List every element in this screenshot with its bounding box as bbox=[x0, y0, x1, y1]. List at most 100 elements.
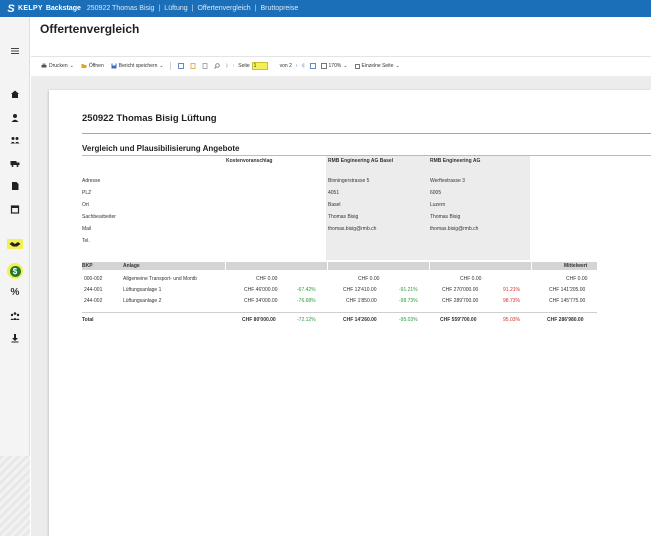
truck-icon[interactable] bbox=[6, 156, 24, 170]
breadcrumb-luftung[interactable]: Lüftung bbox=[164, 5, 187, 12]
calendar-icon[interactable] bbox=[6, 202, 24, 216]
row-v2: CHF 0.00 bbox=[460, 276, 482, 282]
chevron-down-icon: ⌄ bbox=[159, 63, 164, 69]
download-icon[interactable] bbox=[6, 331, 24, 345]
row-anlage: Allgemeine Transport- und Montb bbox=[123, 276, 197, 282]
total-v1: CHF 14'260.00 bbox=[343, 317, 377, 323]
total-kv: CHF 80'000.00 bbox=[242, 317, 276, 323]
last-page-button[interactable]: ›| bbox=[302, 63, 305, 69]
column-kostenvoranschlag: Kostenvoranschlag bbox=[226, 158, 273, 164]
dollar-icon[interactable]: $ bbox=[9, 265, 21, 277]
row-v2-percent: 98.73% bbox=[503, 298, 520, 304]
print-button[interactable]: Drucken ⌄ bbox=[41, 63, 74, 69]
total-mw: CHF 286'980.00 bbox=[547, 317, 584, 323]
zoom-value: 170% bbox=[328, 63, 342, 69]
section-title: Vergleich und Plausibilisierung Angebote bbox=[82, 144, 240, 153]
menu-icon[interactable] bbox=[6, 44, 24, 58]
row-mw: CHF 141'205.00 bbox=[549, 287, 586, 293]
percent-icon[interactable]: % bbox=[6, 285, 24, 299]
row-v2: CHF 270'000.00 bbox=[442, 287, 479, 293]
breadcrumb-project[interactable]: 250922 Thomas Bisig bbox=[87, 5, 155, 12]
row-kv: CHF 46'000.00 bbox=[244, 287, 278, 293]
save-report-button[interactable]: Bericht speichern ⌄ bbox=[111, 63, 164, 69]
people-icon[interactable] bbox=[6, 133, 24, 147]
folder-icon bbox=[81, 64, 87, 68]
zoom-select[interactable]: 170% ⌄ bbox=[320, 63, 348, 69]
vendor-column-bg bbox=[326, 156, 428, 260]
save-report-label: Bericht speichern bbox=[118, 63, 158, 69]
header-band bbox=[430, 262, 531, 270]
row-kv-percent: -76.68% bbox=[297, 298, 316, 304]
chevron-down-icon: ⌄ bbox=[343, 63, 348, 69]
vendor-column-bg bbox=[428, 156, 530, 260]
row-v1-percent: -98.73% bbox=[399, 298, 418, 304]
paste-icon bbox=[202, 63, 207, 69]
total-label: Total bbox=[82, 317, 94, 323]
brand-name[interactable]: KELPY bbox=[18, 5, 43, 12]
page-of-label: von 2 bbox=[279, 63, 292, 69]
kelpy-logo-icon[interactable]: S bbox=[6, 3, 16, 15]
toolbar-separator bbox=[169, 62, 171, 70]
vendor-contact: Thomas Bisig bbox=[430, 214, 461, 220]
group-icon[interactable] bbox=[6, 309, 24, 323]
document-icon[interactable] bbox=[6, 179, 24, 193]
mail-label: Mail bbox=[82, 226, 92, 232]
header-band bbox=[82, 262, 225, 270]
open-label: Öffnen bbox=[88, 63, 104, 69]
total-v1-percent: -95.03% bbox=[399, 317, 418, 323]
breadcrumb-offertenvergleich[interactable]: Offertenvergleich bbox=[197, 5, 250, 12]
tel-label: Tel. bbox=[82, 238, 90, 244]
header-anlage: Anlage bbox=[123, 263, 140, 269]
print-label: Drucken bbox=[49, 63, 68, 69]
chevron-down-icon: ⌄ bbox=[395, 63, 400, 69]
breadcrumb-separator: | bbox=[191, 5, 194, 12]
export-button[interactable] bbox=[177, 63, 186, 69]
total-v2-percent: 95.03% bbox=[503, 317, 520, 323]
vendor-mail[interactable]: thomas.bisig@rmb.ch bbox=[328, 226, 376, 232]
header-band bbox=[226, 262, 327, 270]
print-icon bbox=[41, 63, 47, 68]
fit-page-icon bbox=[309, 63, 316, 69]
dollar-icon-highlight[interactable]: $ bbox=[7, 263, 23, 279]
row-mw: CHF 0.00 bbox=[566, 276, 588, 282]
page-number-input[interactable]: 1 bbox=[251, 62, 268, 70]
report-toolbar: Drucken ⌄ Öffnen Bericht speichern ⌄ |‹ … bbox=[31, 60, 651, 72]
single-page-toggle[interactable]: Einzelne Seite ⌄ bbox=[354, 63, 400, 69]
address-label: Adresse bbox=[82, 178, 101, 184]
fit-page-button[interactable] bbox=[309, 63, 318, 69]
header-mittelwert: Mittelwert bbox=[564, 263, 588, 269]
home-icon[interactable] bbox=[6, 87, 24, 101]
chevron-down-icon: ⌄ bbox=[69, 63, 74, 69]
app-name[interactable]: Backstage bbox=[46, 5, 81, 12]
save-icon bbox=[111, 63, 117, 69]
row-bkp: 000-002 bbox=[84, 276, 103, 282]
next-page-button[interactable]: › bbox=[296, 63, 298, 69]
row-v1: CHF 0.00 bbox=[358, 276, 380, 282]
row-kv: CHF 34'000.00 bbox=[244, 298, 278, 304]
row-mw: CHF 145'775.00 bbox=[549, 298, 586, 304]
prev-page-button[interactable]: ‹ bbox=[233, 63, 235, 69]
row-bkp: 244-002 bbox=[84, 298, 103, 304]
search-button[interactable] bbox=[213, 63, 222, 69]
row-kv-percent: -67.42% bbox=[297, 287, 316, 293]
handshake-icon[interactable] bbox=[7, 239, 23, 249]
single-page-checkbox[interactable] bbox=[354, 63, 360, 69]
vendor-ort: Basel bbox=[328, 202, 341, 208]
plz-label: PLZ bbox=[82, 190, 92, 196]
vendor-mail[interactable]: thomas.bisig@rmb.ch bbox=[430, 226, 478, 232]
column-vendor-basel: RMB Engineering AG Basel bbox=[328, 158, 394, 164]
breadcrumb-bruttopreise[interactable]: Bruttopreise bbox=[261, 5, 299, 12]
row-anlage: Lüftungsanlage 2 bbox=[123, 298, 162, 304]
row-v2-percent: 91.21% bbox=[503, 287, 520, 293]
column-vendor-luzern: RMB Engineering AG bbox=[430, 158, 481, 164]
paste-button[interactable] bbox=[202, 63, 210, 69]
breadcrumb-separator: | bbox=[158, 5, 161, 12]
total-kv-percent: -72.12% bbox=[297, 317, 316, 323]
ort-label: Ort bbox=[82, 202, 89, 208]
person-icon[interactable] bbox=[6, 111, 24, 125]
row-v1: CHF 1'850.00 bbox=[346, 298, 377, 304]
export-icon bbox=[177, 63, 184, 69]
first-page-button[interactable]: |‹ bbox=[226, 63, 229, 69]
open-button[interactable]: Öffnen bbox=[81, 63, 104, 69]
copy-button[interactable] bbox=[190, 63, 198, 69]
